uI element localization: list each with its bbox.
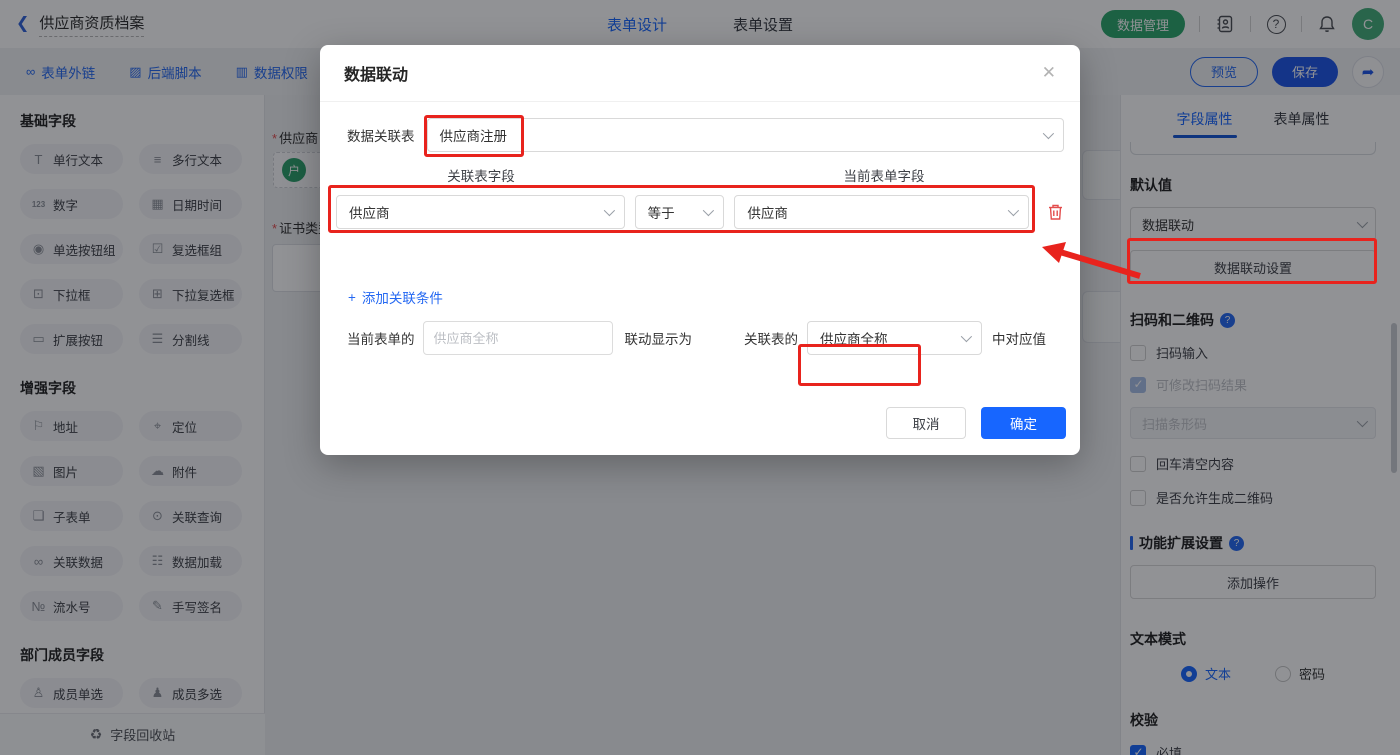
- chevron-down-icon: [960, 330, 973, 343]
- chevron-down-icon: [603, 204, 615, 217]
- current-form-prefix: 当前表单的: [347, 332, 415, 347]
- display-field-input[interactable]: [422, 321, 613, 355]
- modal-title: 数据联动: [344, 67, 409, 84]
- relation-field-select[interactable]: 供应商: [336, 195, 625, 229]
- operator-select[interactable]: 等于: [634, 195, 725, 229]
- relation-table-select[interactable]: 供应商注册: [426, 118, 1064, 152]
- linkage-display-label: 联动显示为: [624, 332, 693, 347]
- close-icon[interactable]: ✕: [1042, 63, 1056, 83]
- plus-icon: +: [348, 289, 356, 305]
- confirm-button[interactable]: 确定: [981, 407, 1066, 439]
- chevron-down-icon: [703, 204, 715, 217]
- add-condition-link[interactable]: + 添加关联条件: [348, 287, 443, 307]
- chevron-down-icon: [1007, 204, 1020, 217]
- column-header-relation-field: 关联表字段: [447, 169, 515, 184]
- cancel-button[interactable]: 取消: [886, 407, 966, 439]
- delete-condition-icon[interactable]: [1047, 203, 1064, 221]
- column-header-current-field: 当前表单字段: [843, 169, 925, 184]
- relation-table-label: 数据关联表: [347, 129, 415, 144]
- current-field-select[interactable]: 供应商: [734, 195, 1029, 229]
- relation-display-field-select[interactable]: 供应商全称: [807, 321, 982, 355]
- relation-table-prefix: 关联表的: [744, 332, 798, 347]
- data-linkage-modal: 数据联动 ✕ 数据关联表 供应商注册 关联表字段 当前表单字段 供应商 等于 供…: [320, 45, 1080, 455]
- suffix-label: 中对应值: [992, 332, 1046, 347]
- chevron-down-icon: [1042, 127, 1055, 140]
